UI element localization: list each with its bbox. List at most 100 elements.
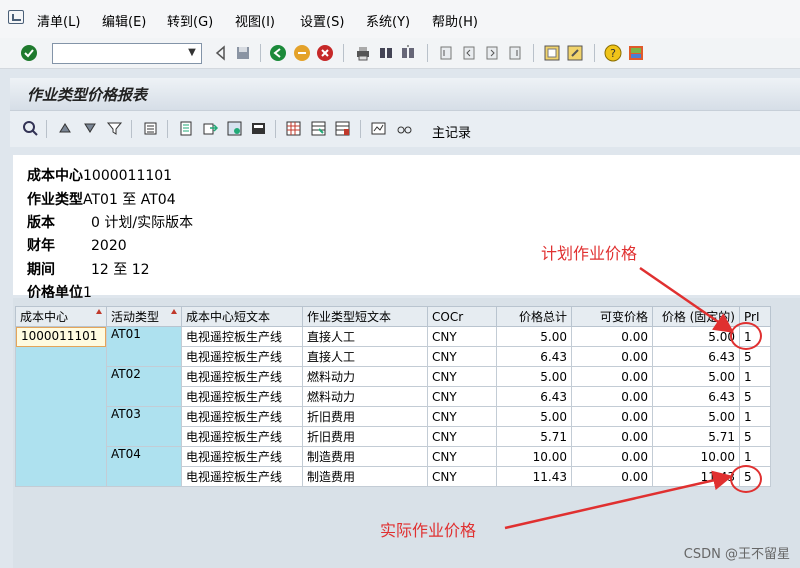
menu-goto[interactable]: 转到(G) [167, 11, 213, 30]
fixed-price-cell[interactable]: 6.43 [652, 346, 740, 367]
activity-type-cell[interactable]: AT01 [106, 326, 182, 367]
first-page-icon[interactable] [437, 44, 455, 62]
fixed-price-cell[interactable]: 5.00 [652, 366, 740, 387]
fixed-price-cell[interactable]: 10.00 [652, 446, 740, 467]
back-icon[interactable] [212, 44, 230, 62]
fixed-price-cell[interactable]: 11.43 [652, 466, 740, 487]
column-header-activity-type[interactable]: 活动类型 [106, 306, 182, 327]
fixed-price-cell[interactable]: 5.71 [652, 426, 740, 447]
variable-price-cell[interactable]: 0.00 [571, 326, 653, 347]
menu-view[interactable]: 视图(I) [235, 11, 275, 30]
currency-cell[interactable]: CNY [427, 406, 497, 427]
total-price-cell[interactable]: 5.00 [496, 406, 572, 427]
fixed-price-cell[interactable]: 6.43 [652, 386, 740, 407]
column-header-cc-text[interactable]: 成本中心短文本 [181, 306, 303, 327]
last-page-icon[interactable] [506, 44, 524, 62]
activity-type-cell[interactable]: AT02 [106, 366, 182, 407]
export-icon[interactable] [202, 120, 219, 137]
total-price-cell[interactable]: 11.43 [496, 466, 572, 487]
cost-center-value-cell[interactable]: 1000011101 [16, 327, 106, 347]
menu-list[interactable]: 清单(L) [37, 11, 80, 30]
price-indicator-cell[interactable]: 5 [739, 386, 771, 407]
column-header-cost-center[interactable]: 成本中心 [15, 306, 107, 327]
currency-cell[interactable]: CNY [427, 346, 497, 367]
cc-text-cell[interactable]: 电视遥控板生产线 [181, 426, 303, 447]
total-price-cell[interactable]: 5.71 [496, 426, 572, 447]
choose-layout-icon[interactable] [310, 120, 327, 137]
total-price-cell[interactable]: 5.00 [496, 326, 572, 347]
menu-system[interactable]: 系统(Y) [366, 11, 410, 30]
at-text-cell[interactable]: 燃料动力 [302, 386, 428, 407]
cost-center-cell[interactable]: 1000011101 [15, 326, 107, 487]
total-price-cell[interactable]: 5.00 [496, 366, 572, 387]
column-header-currency[interactable]: COCr [427, 306, 497, 327]
excel-icon[interactable] [250, 120, 267, 137]
at-text-cell[interactable]: 折旧费用 [302, 426, 428, 447]
shortcut-icon[interactable] [566, 44, 584, 62]
master-record-button[interactable]: 主记录 [432, 122, 471, 141]
menu-help[interactable]: 帮助(H) [432, 11, 478, 30]
exit-icon[interactable] [293, 44, 311, 62]
at-text-cell[interactable]: 燃料动力 [302, 366, 428, 387]
column-header-variable-price[interactable]: 可变价格 [571, 306, 653, 327]
price-indicator-cell[interactable]: 5 [739, 426, 771, 447]
at-text-cell[interactable]: 直接人工 [302, 346, 428, 367]
at-text-cell[interactable]: 制造费用 [302, 446, 428, 467]
price-indicator-cell[interactable]: 1 [739, 366, 771, 387]
menu-edit[interactable]: 编辑(E) [102, 11, 146, 30]
cc-text-cell[interactable]: 电视遥控板生产线 [181, 366, 303, 387]
table-row[interactable]: AT04 电视遥控板生产线 制造费用 CNY 10.00 0.00 10.00 … [16, 446, 771, 487]
save-icon[interactable] [234, 44, 252, 62]
find-icon[interactable] [377, 44, 395, 62]
activity-type-cell[interactable]: AT04 [106, 446, 182, 487]
currency-cell[interactable]: CNY [427, 386, 497, 407]
enter-icon[interactable] [20, 44, 38, 62]
fixed-price-cell[interactable]: 5.00 [652, 326, 740, 347]
price-indicator-cell[interactable]: 1 [739, 446, 771, 467]
table-row[interactable]: AT03 电视遥控板生产线 折旧费用 CNY 5.00 0.00 5.00 1 [16, 406, 771, 447]
at-text-cell[interactable]: 折旧费用 [302, 406, 428, 427]
customize-icon[interactable] [627, 44, 645, 62]
sort-descending-icon[interactable] [82, 120, 99, 137]
at-text-cell[interactable]: 制造费用 [302, 466, 428, 487]
variable-price-cell[interactable]: 0.00 [571, 346, 653, 367]
column-header-total-price[interactable]: 价格总计 [496, 306, 572, 327]
previous-page-icon[interactable] [460, 44, 478, 62]
word-icon[interactable] [226, 120, 243, 137]
table-row[interactable]: 1000011101 AT01 电视遥控板生产线 直接人工 CNY 5.00 0… [15, 326, 771, 487]
total-price-cell[interactable]: 10.00 [496, 446, 572, 467]
column-header-fixed-price[interactable]: 价格 (固定的) [652, 306, 740, 327]
total-icon[interactable] [142, 120, 159, 137]
table-row[interactable]: AT02 电视遥控板生产线 燃料动力 CNY 5.00 0.00 5.00 1 [16, 366, 771, 407]
variable-price-cell[interactable]: 0.00 [571, 386, 653, 407]
chevron-down-icon[interactable]: ▼ [185, 46, 199, 60]
filter-icon[interactable] [106, 120, 123, 137]
save-layout-icon[interactable] [334, 120, 351, 137]
cc-text-cell[interactable]: 电视遥控板生产线 [181, 326, 303, 347]
print-preview-icon[interactable] [178, 120, 195, 137]
activity-type-cell[interactable]: AT03 [106, 406, 182, 447]
window-menu-icon[interactable] [8, 10, 24, 24]
variable-price-cell[interactable]: 0.00 [571, 406, 653, 427]
graphic-icon[interactable] [370, 120, 387, 137]
fixed-price-cell[interactable]: 5.00 [652, 406, 740, 427]
menu-settings[interactable]: 设置(S) [300, 11, 344, 30]
back-arrow-icon[interactable] [269, 44, 287, 62]
column-header-at-text[interactable]: 作业类型短文本 [302, 306, 428, 327]
currency-cell[interactable]: CNY [427, 366, 497, 387]
at-text-cell[interactable]: 直接人工 [302, 326, 428, 347]
glasses-icon[interactable] [396, 120, 413, 137]
variable-price-cell[interactable]: 0.00 [571, 446, 653, 467]
next-page-icon[interactable] [483, 44, 501, 62]
variable-price-cell[interactable]: 0.00 [571, 466, 653, 487]
cc-text-cell[interactable]: 电视遥控板生产线 [181, 406, 303, 427]
cancel-icon[interactable] [316, 44, 334, 62]
command-field[interactable]: ▼ [52, 43, 202, 64]
price-indicator-cell[interactable]: 1 [739, 406, 771, 427]
cc-text-cell[interactable]: 电视遥控板生产线 [181, 386, 303, 407]
variable-price-cell[interactable]: 0.00 [571, 366, 653, 387]
create-session-icon[interactable] [543, 44, 561, 62]
details-icon[interactable] [22, 120, 39, 137]
total-price-cell[interactable]: 6.43 [496, 346, 572, 367]
layout-icon[interactable] [285, 120, 302, 137]
